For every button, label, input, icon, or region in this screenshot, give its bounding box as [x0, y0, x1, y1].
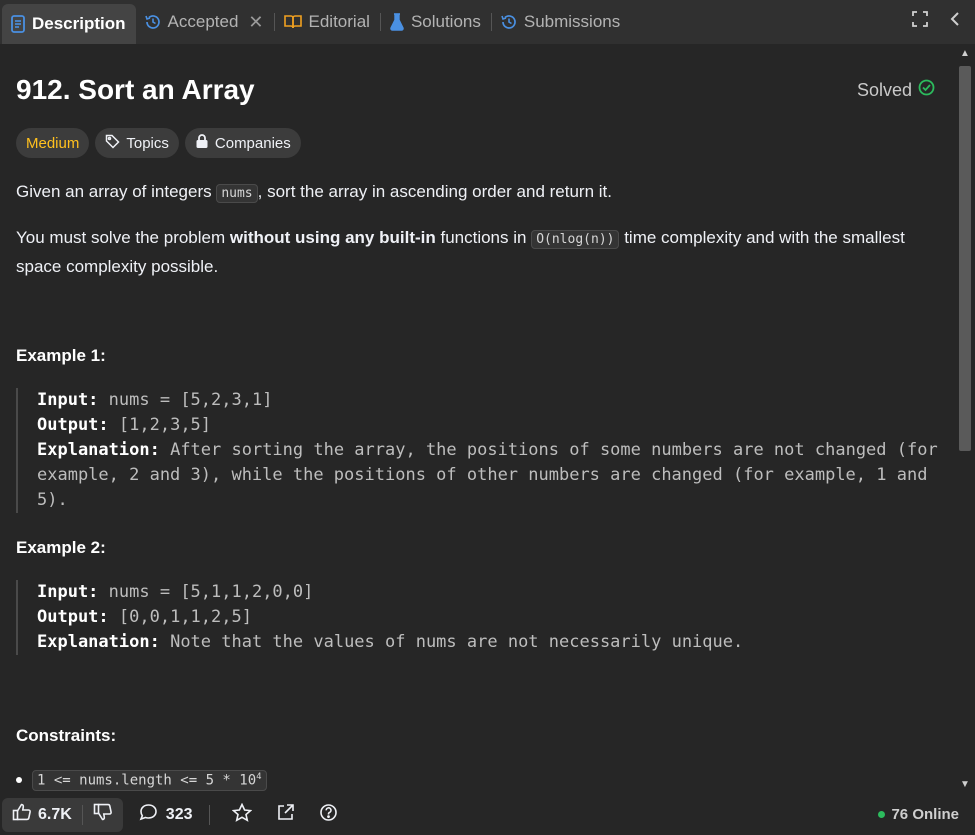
explanation-label: Explanation: [37, 632, 160, 652]
history-icon [500, 13, 518, 31]
text: Given an array of integers [16, 182, 217, 201]
tab-bar-actions [911, 10, 961, 33]
scrollbar[interactable]: ▲ ▼ [955, 44, 975, 794]
tab-bar: Description Accepted ✕ Editorial Solutio… [0, 0, 975, 44]
tag-icon [105, 134, 120, 153]
tab-description[interactable]: Description [2, 4, 136, 44]
online-count: 76 Online [891, 806, 959, 823]
text: functions in [435, 228, 532, 247]
star-icon [231, 802, 252, 827]
example-1-heading: Example 1: [16, 346, 106, 365]
check-circle-icon [918, 79, 935, 101]
output-value: [1,2,3,5] [118, 415, 212, 435]
like-button[interactable]: 6.7K [2, 803, 82, 826]
example-1-block: Input: nums = [5,2,3,1] Output: [1,2,3,5… [16, 388, 952, 513]
example-output-line: Output: [1,2,3,5] [37, 413, 952, 438]
dislike-button[interactable] [83, 803, 123, 826]
scroll-down-arrow-icon[interactable]: ▼ [960, 779, 970, 790]
flask-icon [389, 13, 405, 31]
vote-group: 6.7K [2, 797, 123, 832]
constraint-text: 1 <= nums.length <= 5 * 10 [37, 772, 257, 789]
like-count: 6.7K [38, 805, 72, 823]
solved-status: Solved [857, 79, 935, 101]
comment-icon [139, 803, 158, 826]
comments-button[interactable]: 323 [139, 803, 193, 826]
help-button[interactable] [319, 803, 338, 827]
bullet [16, 777, 22, 784]
input-value: nums = [5,2,3,1] [108, 390, 273, 410]
constraint-exponent: 4 [256, 772, 262, 782]
problem-statement-paragraph-1: Given an array of integers nums, sort th… [16, 178, 936, 207]
example-output-line: Output: [0,0,1,1,2,5] [37, 605, 952, 630]
difficulty-badge: Medium [16, 128, 90, 158]
problem-title[interactable]: 912. Sort an Array [16, 74, 255, 106]
example-2-block: Input: nums = [5,1,1,2,0,0] Output: [0,0… [16, 580, 952, 655]
example-2-heading: Example 2: [16, 538, 106, 557]
explanation-label: Explanation: [37, 440, 160, 460]
tab-submissions[interactable]: Submissions [492, 4, 630, 40]
scroll-up-arrow-icon[interactable]: ▲ [960, 48, 970, 59]
problem-description-panel: 912. Sort an Array Solved Medium Topics … [0, 44, 955, 794]
bold-text: without using any built-in [229, 228, 436, 247]
output-label: Output: [37, 415, 109, 435]
constraint-code: 1 <= nums.length <= 5 * 104 [32, 770, 267, 791]
output-label: Output: [37, 607, 109, 627]
comment-count: 323 [165, 805, 193, 823]
text: You must solve the problem [16, 228, 230, 247]
explanation-value: Note that the values of nums are not nec… [170, 632, 744, 652]
favorite-button[interactable] [231, 802, 252, 827]
fullscreen-icon[interactable] [911, 10, 929, 33]
input-value: nums = [5,1,1,2,0,0] [108, 582, 314, 602]
thumbs-down-icon [93, 803, 113, 826]
question-circle-icon [319, 803, 338, 827]
explanation-value: After sorting the array, the positions o… [37, 440, 938, 510]
inline-code: nums [216, 184, 258, 203]
collapse-chevron-left-icon[interactable] [949, 10, 961, 33]
book-icon [283, 14, 303, 30]
output-value: [0,0,1,1,2,5] [118, 607, 252, 627]
input-label: Input: [37, 390, 99, 410]
online-dot-icon [878, 811, 886, 818]
problem-statement-paragraph-2: You must solve the problem without using… [16, 224, 936, 280]
example-input-line: Input: nums = [5,1,1,2,0,0] [37, 580, 952, 605]
problem-tags: Medium Topics Companies [16, 128, 301, 158]
thumbs-up-icon [12, 803, 32, 826]
tab-label: Accepted [167, 12, 239, 31]
tab-accepted[interactable]: Accepted ✕ [136, 4, 274, 40]
document-icon [10, 15, 26, 33]
bottom-divider [208, 804, 210, 825]
solved-label: Solved [856, 79, 912, 100]
close-icon[interactable]: ✕ [248, 12, 263, 33]
topics-button[interactable]: Topics [95, 128, 179, 158]
bottom-action-bar: 6.7K 323 76 Online [0, 794, 975, 835]
companies-label: Companies [214, 134, 291, 152]
history-icon [144, 13, 162, 31]
inline-code: O(nlog(n)) [531, 230, 620, 249]
tab-label: Editorial [308, 12, 370, 31]
text: , sort the array in ascending order and … [257, 182, 612, 201]
example-explanation-line: Explanation: Note that the values of num… [37, 630, 952, 655]
input-label: Input: [37, 582, 99, 602]
constraint-item: 1 <= nums.length <= 5 * 104 [16, 770, 267, 791]
example-input-line: Input: nums = [5,2,3,1] [37, 388, 952, 413]
topics-label: Topics [126, 134, 169, 152]
tab-label: Description [32, 14, 126, 33]
tab-solutions[interactable]: Solutions [381, 4, 491, 40]
companies-button[interactable]: Companies [184, 128, 301, 158]
constraints-heading: Constraints: [16, 726, 117, 745]
scrollbar-thumb[interactable] [959, 66, 971, 451]
tab-label: Submissions [523, 12, 621, 31]
tab-label: Solutions [410, 12, 481, 31]
external-link-icon [276, 803, 295, 827]
online-indicator: 76 Online [878, 806, 959, 823]
tab-editorial[interactable]: Editorial [275, 4, 380, 40]
example-explanation-line: Explanation: After sorting the array, th… [37, 438, 952, 513]
share-button[interactable] [276, 803, 295, 827]
lock-icon [195, 133, 209, 153]
